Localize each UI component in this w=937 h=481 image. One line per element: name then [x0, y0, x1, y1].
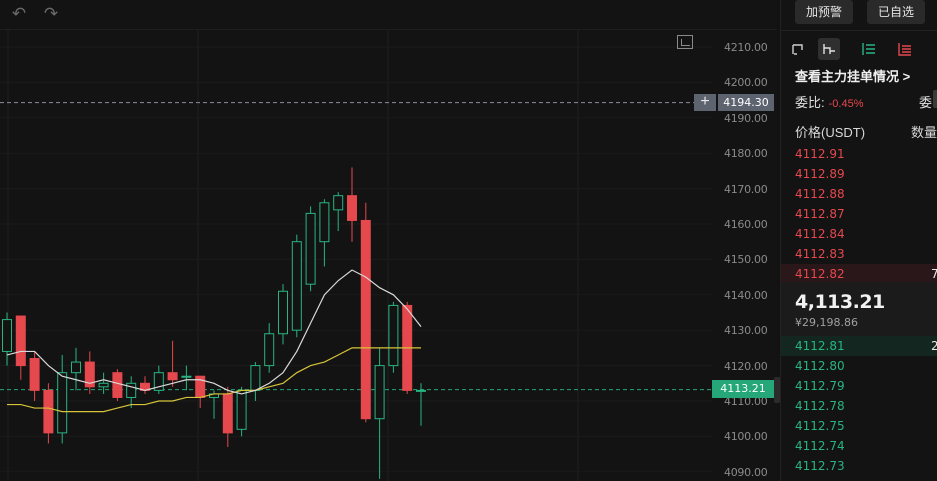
- ask-price: 4112.84: [795, 227, 845, 241]
- bid-price: 4112.81: [795, 339, 845, 353]
- last-price-block: 4,113.21 ¥29,198.86: [781, 282, 937, 336]
- axis-tick-label: 4160.00: [724, 218, 768, 231]
- axis-tick-label: 4090.00: [724, 465, 768, 479]
- candle-body: [388, 304, 399, 367]
- candle-body: [29, 358, 40, 391]
- bid-ask-ratio: 委比: -0.45%: [795, 92, 863, 111]
- axis-tick-label: 4170.00: [724, 182, 768, 196]
- bid-row[interactable]: 4112.78: [781, 396, 937, 416]
- candle-body: [112, 372, 123, 398]
- ask-row[interactable]: 4112.89: [781, 164, 937, 184]
- candle-body: [347, 195, 357, 221]
- candle-body: [416, 389, 426, 392]
- axis-tick-label: 4100.00: [724, 430, 768, 444]
- candlestick-chart[interactable]: [0, 0, 777, 481]
- ask-price: 4112.88: [795, 187, 845, 201]
- ask-row[interactable]: 4112.91: [781, 144, 937, 164]
- bid-price: 4112.74: [795, 439, 845, 453]
- fullscreen-icon[interactable]: [677, 35, 693, 49]
- candle-body: [319, 202, 330, 243]
- candle-body: [250, 365, 261, 391]
- crosshair-price-tag: 4194.30: [718, 94, 774, 111]
- ask-price: 4112.89: [795, 167, 845, 181]
- ask-price: 4112.87: [795, 207, 845, 221]
- candle-body: [360, 219, 371, 420]
- orderbook-bids-icon[interactable]: [858, 38, 880, 60]
- last-price-cny: ¥29,198.86: [795, 316, 858, 329]
- bid-row[interactable]: 4112.80: [781, 356, 937, 376]
- bid-row[interactable]: 4112.81 2: [781, 336, 937, 356]
- axis-tick-label: 4150.00: [724, 253, 768, 267]
- orderbook-panel: 加预警 已自选 查看主力挂单情况 > 委比: -0.45% 委 价格(USDT) …: [780, 0, 937, 481]
- ask-price: 4112.83: [795, 247, 845, 261]
- bid-row[interactable]: 4112.75: [781, 416, 937, 436]
- orderbook-asks-icon[interactable]: [894, 38, 916, 60]
- candle-body: [278, 290, 288, 335]
- candle-body: [57, 372, 68, 434]
- axis-tick-label: 4190.00: [724, 111, 768, 125]
- candle-body: [43, 389, 54, 434]
- divider: [781, 30, 937, 31]
- ma-fast-line: [6, 269, 422, 395]
- quantity-column-header: 数量: [911, 125, 937, 140]
- axis-tick-label: 4140.00: [724, 288, 768, 302]
- bid-qty: 2: [931, 336, 937, 356]
- last-price: 4,113.21: [795, 291, 885, 313]
- bid-price: 4112.78: [795, 399, 845, 413]
- axis-tick-label: 4120.00: [724, 359, 768, 373]
- candle-body: [181, 375, 192, 378]
- candle-body: [236, 389, 247, 430]
- ask-row[interactable]: 4112.88: [781, 184, 937, 204]
- ask-row[interactable]: 4112.87: [781, 204, 937, 224]
- candle-body: [305, 212, 316, 285]
- candle-body: [2, 319, 12, 352]
- ask-qty: 7: [931, 264, 937, 284]
- axis-tick-label: 4180.00: [724, 147, 768, 161]
- candle-body: [167, 372, 178, 381]
- ratio-label: 委比:: [795, 95, 825, 110]
- candle-body: [333, 195, 344, 211]
- candle-body: [15, 315, 26, 367]
- price-column-header: 价格(USDT): [795, 125, 866, 140]
- candle-body: [98, 382, 109, 388]
- bid-price: 4112.73: [795, 459, 845, 473]
- axis-tick-label: 4130.00: [724, 324, 768, 338]
- ask-row[interactable]: 4112.83: [781, 244, 937, 264]
- redo-icon[interactable]: ↷: [40, 4, 62, 24]
- undo-icon[interactable]: ↶: [8, 4, 30, 24]
- ask-price: 4112.82: [795, 267, 845, 281]
- crosshair-plus-button[interactable]: +: [694, 94, 716, 111]
- candle-body: [291, 241, 302, 331]
- orderbook-both-icon[interactable]: [787, 38, 809, 60]
- ratio-extra-label: 委: [919, 95, 933, 110]
- bid-price: 4112.75: [795, 419, 845, 433]
- bid-price: 4112.80: [795, 359, 845, 373]
- bid-row[interactable]: 4112.74: [781, 436, 937, 456]
- ratio-toggle[interactable]: [933, 90, 937, 108]
- bid-row[interactable]: 4112.73: [781, 456, 937, 476]
- axis-tick-label: 4210.00: [724, 41, 768, 54]
- bid-price: 4112.79: [795, 379, 845, 393]
- chart-toolbar: ↶ ↷: [0, 0, 777, 30]
- bid-row[interactable]: 4112.79: [781, 376, 937, 396]
- chart-area[interactable]: ↶ ↷ 4210.00 4200.00 4190.00 4180.00 4170.00 4…: [0, 0, 780, 481]
- candle-body: [264, 333, 275, 367]
- candle-body: [374, 365, 385, 420]
- last-price-tag: 4113.21: [712, 380, 774, 398]
- watchlist-button[interactable]: 已自选: [867, 0, 925, 24]
- orderbook-detail-link[interactable]: 查看主力挂单情况 >: [795, 66, 910, 85]
- add-alert-button[interactable]: 加预警: [795, 0, 853, 24]
- axis-tick-label: 4200.00: [724, 76, 768, 90]
- orderbook-depth-icon[interactable]: [818, 38, 840, 60]
- ask-price: 4112.91: [795, 147, 845, 161]
- candle-body: [222, 393, 233, 434]
- candle-body: [71, 361, 81, 374]
- ask-row[interactable]: 4112.84: [781, 224, 937, 244]
- ask-row[interactable]: 4112.82 7: [781, 264, 937, 284]
- ratio-value: -0.45%: [828, 98, 864, 110]
